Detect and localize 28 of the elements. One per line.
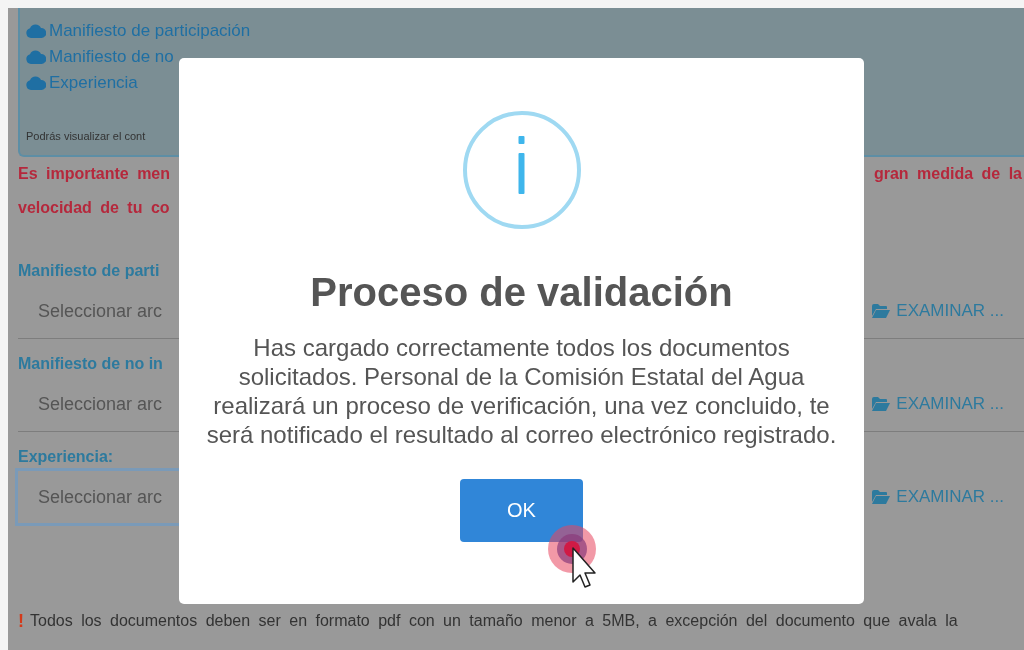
file-field[interactable]: Seleccionar arc [18, 285, 179, 337]
dialog-message: Has cargado correctamente todos los documentos solicitados. Personal de la Comisión Estatal del Agua realizará un proceso de verificación, una vez concluido, te será notificado el resultado al correo electrónico registrado. [205, 333, 838, 449]
document-link[interactable]: Manifiesto de no [26, 44, 174, 70]
cloud-icon [26, 24, 46, 38]
cloud-icon [26, 50, 46, 64]
document-link[interactable]: Manifiesto de participación [26, 18, 251, 44]
folder-icon [872, 397, 891, 411]
info-icon [461, 110, 582, 230]
field-label: Experiencia: [18, 447, 114, 467]
file-field[interactable]: Seleccionar arc [18, 378, 179, 430]
footnote-text: Todos los documentos deben ser en formato pdf con un tamaño menor a 5MB, a excepción del documento que avala la [30, 611, 958, 631]
field-label: Manifiesto de parti [18, 261, 160, 281]
browse-button[interactable]: EXAMINAR ... [872, 301, 1004, 321]
panel-note: Podrás visualizar el cont [26, 129, 146, 143]
cloud-icon [26, 76, 46, 90]
warning-text: gran medida de la [873, 164, 1022, 184]
warning-icon: ! [18, 611, 24, 631]
warning-text: velocidad de tu co [18, 198, 170, 218]
browse-button[interactable]: EXAMINAR ... [872, 394, 1004, 414]
field-label: Manifiesto de no in [18, 354, 163, 374]
document-link[interactable]: Experiencia [26, 70, 138, 96]
ok-button[interactable]: OK [460, 479, 583, 542]
folder-icon [872, 490, 891, 504]
warning-text: Es importante men [18, 164, 171, 184]
dialog-title: Proceso de validación [310, 269, 733, 316]
folder-icon [872, 304, 891, 318]
file-field[interactable]: Seleccionar arc [15, 468, 179, 526]
browse-button[interactable]: EXAMINAR ... [872, 487, 1004, 507]
